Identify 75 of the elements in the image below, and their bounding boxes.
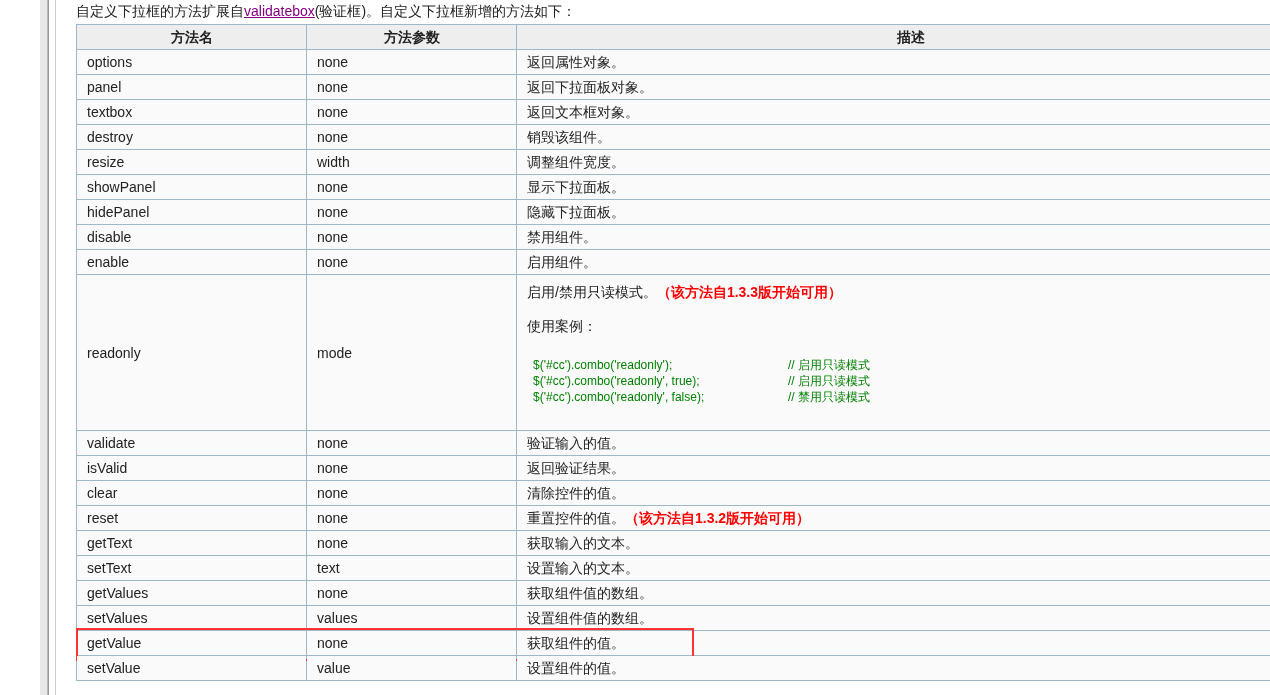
description-text: 销毁该组件。 [527, 128, 611, 146]
table-cell: readonly [76, 274, 307, 431]
table-cell: text [306, 555, 517, 581]
description-text: 返回验证结果。 [527, 459, 625, 477]
table-cell: reset [76, 505, 307, 531]
description-text: 启用/禁用只读模式。 [527, 282, 657, 301]
table-cell: panel [76, 74, 307, 100]
table-cell: disable [76, 224, 307, 250]
intro-text: (验证框)。自定义下拉框新增的方法如下： [314, 3, 577, 19]
description-text: 重置控件的值。 [527, 509, 625, 527]
description-text: 设置组件的值。 [527, 659, 625, 677]
table-cell: setValues [76, 605, 307, 631]
description-text: 设置输入的文本。 [527, 559, 639, 577]
table-cell: none [306, 74, 517, 100]
table-cell: clear [76, 480, 307, 506]
description-text: 返回文本框对象。 [527, 103, 639, 121]
table-cell: values [306, 605, 517, 631]
table-cell: enable [76, 249, 307, 275]
example-label: 使用案例： [527, 316, 598, 335]
table-cell: none [306, 249, 517, 275]
table-cell: none [306, 49, 517, 75]
table-cell: none [306, 530, 517, 556]
table-cell: none [306, 630, 517, 656]
table-cell: none [306, 224, 517, 250]
description-text: 验证输入的值。 [527, 434, 625, 452]
column-header: 方法名 [76, 24, 307, 50]
description-text: 启用组件。 [527, 253, 597, 271]
table-cell: getValue [76, 630, 307, 656]
table-cell: value [306, 655, 517, 681]
description-text: 清除控件的值。 [527, 484, 625, 502]
column-header: 方法参数 [306, 24, 517, 50]
description-text: 获取组件值的数组。 [527, 584, 653, 602]
description-text: 获取输入的文本。 [527, 534, 639, 552]
description-text: 返回属性对象。 [527, 53, 625, 71]
table-cell: setText [76, 555, 307, 581]
column-header: 描述 [516, 24, 1270, 50]
description-text: 禁用组件。 [527, 228, 597, 246]
description-text: 显示下拉面板。 [527, 178, 625, 196]
table-cell: validate [76, 430, 307, 456]
table-cell: none [306, 455, 517, 481]
table-cell: resize [76, 149, 307, 175]
table-cell: width [306, 149, 517, 175]
description-text: 返回下拉面板对象。 [527, 78, 653, 96]
description-text: 隐藏下拉面板。 [527, 203, 625, 221]
table-cell: textbox [76, 99, 307, 125]
table-cell: none [306, 430, 517, 456]
table-cell: none [306, 174, 517, 200]
table-cell: getText [76, 530, 307, 556]
table-cell: getValues [76, 580, 307, 606]
intro-text: 自定义下拉框的方法扩展自 [76, 3, 244, 19]
code-line: $('#cc').combo('readonly'); [533, 356, 674, 373]
table-cell: isValid [76, 455, 307, 481]
table-cell: none [306, 505, 517, 531]
description-text: 获取组件的值。 [527, 634, 625, 652]
version-note: （该方法自1.3.3版开始可用） [656, 282, 843, 301]
table-cell: none [306, 199, 517, 225]
code-comment: // 启用只读模式 [788, 372, 870, 389]
table-cell: showPanel [76, 174, 307, 200]
table-cell: setValue [76, 655, 307, 681]
code-comment: // 启用只读模式 [788, 356, 870, 373]
description-text: 设置组件值的数组。 [527, 609, 653, 627]
table-cell: mode [306, 274, 517, 431]
validatebox-link[interactable]: validatebox [244, 3, 315, 19]
code-line: $('#cc').combo('readonly', false); [533, 388, 706, 405]
table-cell: destroy [76, 124, 307, 150]
table-cell: hidePanel [76, 199, 307, 225]
code-line: $('#cc').combo('readonly', true); [533, 372, 701, 389]
description-text: 调整组件宽度。 [527, 153, 625, 171]
table-cell: none [306, 580, 517, 606]
code-comment: // 禁用只读模式 [788, 388, 870, 405]
table-cell: none [306, 124, 517, 150]
version-note: （该方法自1.3.2版开始可用） [625, 509, 811, 527]
table-cell: none [306, 99, 517, 125]
table-cell: options [76, 49, 307, 75]
table-cell: none [306, 480, 517, 506]
